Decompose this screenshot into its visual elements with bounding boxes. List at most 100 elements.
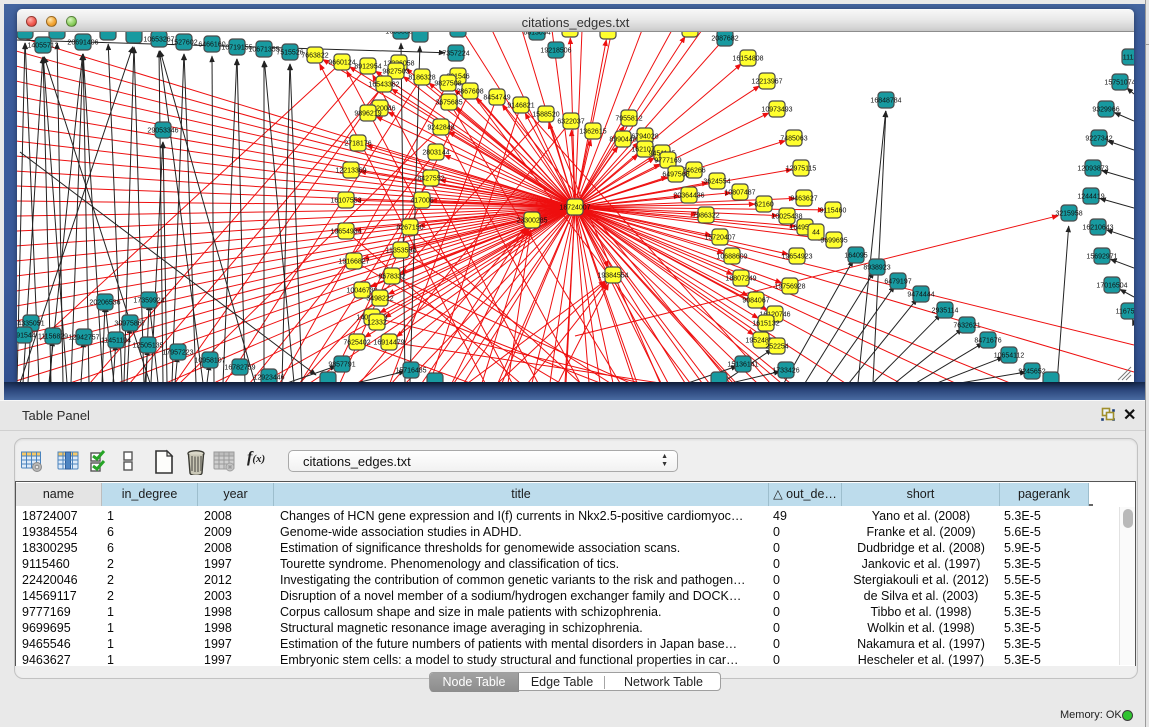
- svg-text:18724007: 18724007: [559, 205, 590, 212]
- svg-text:19166827: 19166827: [338, 259, 369, 266]
- svg-text:11451194: 11451194: [101, 338, 131, 345]
- svg-text:10958107: 10958107: [194, 358, 225, 365]
- svg-text:7485063: 7485063: [780, 136, 807, 143]
- svg-text:9896219: 9896219: [354, 111, 381, 118]
- svg-text:17359924: 17359924: [133, 298, 164, 305]
- svg-text:9777169: 9777169: [654, 158, 681, 165]
- svg-text:252254: 252254: [765, 344, 788, 351]
- svg-text:12332: 12332: [367, 320, 387, 327]
- svg-text:7663822: 7663822: [301, 53, 328, 60]
- svg-text:62160: 62160: [754, 202, 774, 209]
- svg-text:16848784: 16848784: [870, 98, 901, 105]
- svg-text:11353594: 11353594: [386, 248, 417, 255]
- svg-text:3675685: 3675685: [435, 100, 462, 107]
- svg-text:10688609: 10688609: [716, 254, 747, 261]
- svg-text:17957223: 17957223: [162, 350, 193, 357]
- svg-text:2087682: 2087682: [711, 36, 738, 43]
- svg-text:9857791: 9857791: [328, 362, 355, 369]
- svg-text:417006: 417006: [410, 198, 433, 205]
- svg-text:9084067: 9084067: [742, 298, 769, 305]
- svg-text:1362615: 1362615: [579, 129, 606, 136]
- svg-text:1112: 1112: [1123, 55, 1134, 62]
- svg-text:9146821: 9146821: [507, 103, 534, 110]
- svg-text:6794028: 6794028: [631, 134, 658, 141]
- svg-text:2935114: 2935114: [932, 308, 959, 315]
- svg-text:15720407: 15720407: [704, 235, 735, 242]
- svg-text:20364436: 20364436: [673, 193, 704, 200]
- svg-text:9227342: 9227342: [1085, 136, 1112, 143]
- svg-text:15716485: 15716485: [395, 368, 426, 375]
- svg-text:19654923: 19654923: [781, 254, 812, 261]
- svg-text:12975115: 12975115: [786, 166, 817, 173]
- svg-text:7632621: 7632621: [953, 323, 980, 330]
- svg-text:3624554: 3624554: [703, 179, 730, 186]
- svg-text:15692971: 15692971: [1086, 254, 1117, 261]
- svg-text:16154808: 16154808: [732, 56, 763, 63]
- svg-text:12505135: 12505135: [132, 343, 163, 350]
- svg-text:10973493: 10973493: [761, 107, 792, 114]
- svg-text:7357224: 7357224: [442, 51, 469, 58]
- svg-text:164095: 164095: [844, 253, 867, 260]
- svg-text:7625402: 7625402: [343, 340, 370, 347]
- svg-text:9329966: 9329966: [1092, 107, 1119, 114]
- svg-text:391544: 391544: [17, 333, 36, 340]
- svg-text:9245652: 9245652: [1018, 369, 1045, 376]
- svg-text:8471676: 8471676: [974, 338, 1001, 345]
- svg-text:9463627: 9463627: [790, 196, 817, 203]
- svg-text:7955812: 7955812: [615, 116, 642, 123]
- svg-text:7986322: 7986322: [692, 213, 719, 220]
- svg-text:8186328: 8186328: [408, 75, 435, 82]
- svg-text:8813054: 8813054: [523, 32, 550, 37]
- svg-text:3498222: 3498222: [366, 296, 393, 303]
- svg-text:18807249: 18807249: [725, 276, 756, 283]
- svg-text:20691406: 20691406: [67, 40, 98, 47]
- svg-text:10671355: 10671355: [248, 47, 279, 54]
- svg-text:3215958: 3215958: [1055, 211, 1082, 218]
- svg-text:12093873: 12093873: [1077, 166, 1108, 173]
- svg-text:19654934: 19654934: [330, 229, 361, 236]
- svg-text:19756928: 19756928: [774, 284, 805, 291]
- svg-text:16914479: 16914479: [373, 340, 404, 347]
- svg-text:8454749: 8454749: [483, 95, 510, 102]
- svg-text:19384554: 19384554: [597, 273, 628, 280]
- svg-text:16210643: 16210643: [1082, 225, 1113, 232]
- svg-text:8912954: 8912954: [354, 64, 381, 71]
- svg-text:1244419: 1244419: [1077, 194, 1104, 201]
- svg-text:12923446: 12923446: [253, 375, 284, 382]
- svg-text:10654112: 10654112: [994, 353, 1025, 360]
- svg-text:29053346: 29053346: [147, 128, 178, 135]
- svg-text:1588520: 1588520: [532, 112, 559, 119]
- svg-text:6479197: 6479197: [884, 279, 911, 286]
- svg-text:30975867: 30975867: [114, 321, 145, 328]
- svg-text:14055712: 14055712: [27, 43, 58, 50]
- svg-text:6322037: 6322037: [557, 119, 584, 126]
- svg-text:2718176: 2718176: [344, 141, 371, 148]
- svg-text:8938923: 8938923: [863, 265, 890, 272]
- svg-text:20206536: 20206536: [89, 300, 120, 307]
- svg-text:2867608: 2867608: [456, 89, 483, 96]
- svg-text:15751074: 15751074: [1104, 80, 1134, 87]
- svg-text:9474444: 9474444: [907, 292, 934, 299]
- svg-text:9827503: 9827503: [382, 69, 409, 76]
- svg-text:23300285: 23300285: [516, 218, 547, 225]
- svg-text:7515526: 7515526: [276, 50, 303, 57]
- svg-text:15136141: 15136141: [727, 362, 758, 369]
- svg-text:10807487: 10807487: [724, 190, 755, 197]
- svg-text:12213967: 12213967: [751, 79, 782, 86]
- svg-text:17016504: 17016504: [1096, 283, 1127, 290]
- svg-text:12213369: 12213369: [335, 168, 366, 175]
- svg-text:44: 44: [812, 230, 820, 237]
- svg-text:16782759: 16782759: [224, 365, 255, 372]
- svg-text:9660124: 9660124: [328, 60, 355, 67]
- svg-text:1733426: 1733426: [772, 368, 799, 375]
- svg-text:6497568: 6497568: [662, 172, 689, 179]
- svg-text:2803144: 2803144: [422, 150, 449, 157]
- svg-text:12942757: 12942757: [68, 335, 99, 342]
- svg-text:9699695: 9699695: [820, 238, 847, 245]
- svg-text:11156829: 11156829: [38, 334, 68, 341]
- svg-text:19218506: 19218506: [540, 48, 571, 55]
- svg-text:9827508: 9827508: [434, 81, 461, 88]
- svg-text:9242848: 9242848: [427, 125, 454, 132]
- svg-text:8678332: 8678332: [378, 274, 405, 281]
- svg-text:8427552: 8427552: [417, 176, 444, 183]
